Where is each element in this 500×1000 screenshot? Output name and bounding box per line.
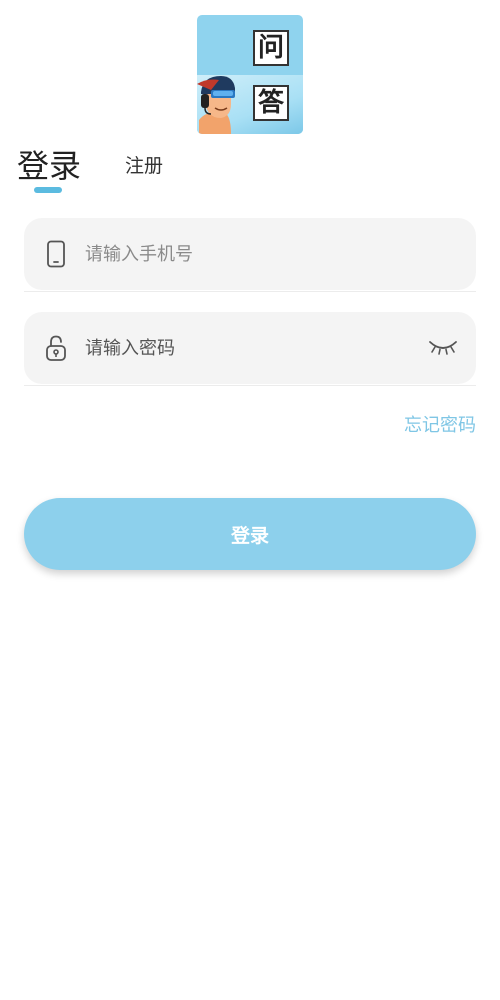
tab-active-indicator bbox=[34, 187, 62, 193]
forgot-password-link[interactable]: 忘记密码 bbox=[404, 413, 476, 439]
phone-input[interactable] bbox=[85, 218, 405, 290]
phone-field[interactable] bbox=[24, 218, 476, 290]
phone-icon bbox=[47, 240, 65, 268]
password-field[interactable] bbox=[24, 312, 476, 384]
logo-char-top: 问 bbox=[253, 30, 289, 66]
eye-closed-icon[interactable] bbox=[428, 338, 458, 356]
tab-register[interactable]: 注册 bbox=[125, 153, 163, 179]
password-input[interactable] bbox=[85, 312, 405, 384]
app-logo: 问 答 bbox=[197, 15, 303, 134]
password-divider bbox=[24, 385, 476, 386]
tab-login[interactable]: 登录 bbox=[17, 146, 81, 186]
lock-icon bbox=[46, 335, 66, 361]
logo-person-icon bbox=[197, 76, 235, 134]
login-button[interactable]: 登录 bbox=[24, 498, 476, 570]
phone-divider bbox=[24, 291, 476, 292]
logo-char-bottom: 答 bbox=[253, 85, 289, 121]
